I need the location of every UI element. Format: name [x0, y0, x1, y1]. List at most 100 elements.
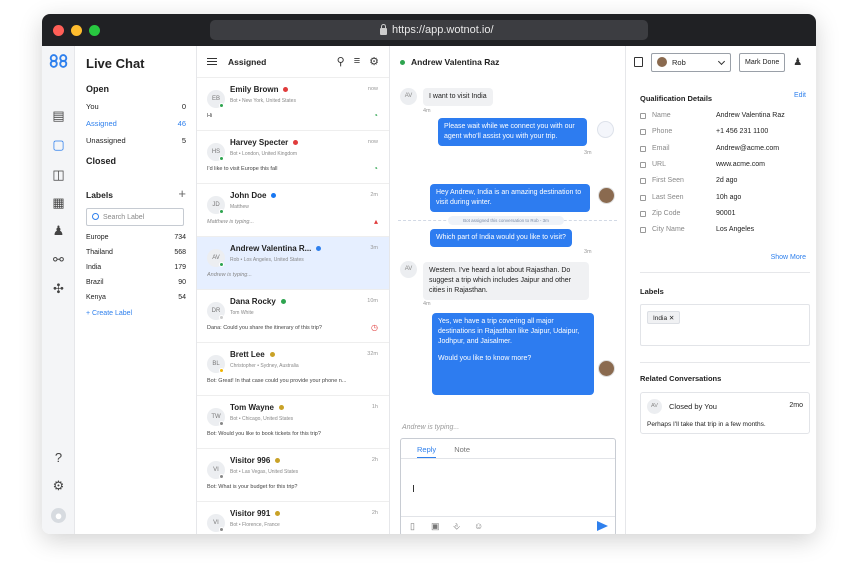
field-value[interactable]: Los Angeles	[716, 226, 754, 233]
help-icon[interactable]: ?	[51, 450, 66, 465]
field-value[interactable]: 90001	[716, 210, 735, 217]
chat-header: Andrew Valentina Raz	[390, 46, 625, 78]
message-incoming: I want to visit India	[423, 88, 493, 106]
status-dot	[219, 474, 224, 479]
tab-reply[interactable]: Reply	[417, 445, 437, 458]
conversation-item[interactable]: EB Emily Brown Bot • New York, United Stat…	[197, 78, 389, 131]
inbox-item-unassigned[interactable]: Unassigned 5	[86, 136, 186, 145]
conversation-item[interactable]: TW Tom Wayne Bot • Chicago, United States 1…	[197, 396, 389, 449]
label-item-brazil[interactable]: Brazil 90	[86, 279, 186, 286]
wotnot-logo-icon[interactable]	[49, 54, 68, 68]
chevron-down-icon	[717, 57, 726, 65]
conversation-time: now	[367, 86, 378, 92]
label-item-india[interactable]: India 179	[86, 264, 186, 271]
send-icon[interactable]	[597, 521, 608, 531]
search-label-input[interactable]: Search Label	[86, 208, 184, 226]
address-bar[interactable]: https://app.wotnot.io/	[210, 20, 648, 40]
minimize-window-button[interactable]	[71, 25, 82, 36]
conversation-item[interactable]: DR Dana Rocky Tom White 10m Dana: Could you …	[197, 290, 389, 343]
chat-contact-name: Andrew Valentina Raz	[411, 57, 500, 67]
emoji-icon[interactable]: ☺	[474, 521, 483, 531]
label-item-kenya[interactable]: Kenya 54	[86, 294, 186, 301]
maximize-window-button[interactable]	[89, 25, 100, 36]
conversation-item[interactable]: VI Visitor 996 Bot • Las Vegas, United Sta…	[197, 449, 389, 502]
image-icon[interactable]: ▣	[431, 521, 440, 532]
conversation-list-header: Assigned ⚲ ≡ ⚙	[197, 46, 389, 78]
field-value[interactable]: Andrew@acme.com	[716, 145, 779, 152]
details-panel: Rob Mark Done ♟ Qualification Details Ed…	[626, 46, 816, 534]
closed-section-title[interactable]: Closed	[86, 156, 186, 166]
chat-icon[interactable]: ▢	[51, 137, 66, 152]
message-agent: Hey Andrew, India is an amazing destinat…	[430, 184, 590, 212]
menu-icon[interactable]	[207, 58, 217, 65]
related-time: 2mo	[789, 402, 803, 409]
reply-textarea[interactable]	[402, 459, 614, 515]
details-toolbar: Rob Mark Done ♟	[626, 46, 816, 78]
field-icon	[640, 178, 646, 185]
tab-note[interactable]: Note	[454, 445, 470, 458]
create-label-link[interactable]: + Create Label	[86, 310, 186, 317]
conversation-item[interactable]: AV Andrew Valentina R... Rob • Los Angeles…	[197, 237, 389, 290]
field-value[interactable]: 10h ago	[716, 194, 741, 201]
conversation-item[interactable]: BL Brett Lee Christopher • Sydney, Austral…	[197, 343, 389, 396]
analytics-icon[interactable]: ▤	[51, 108, 66, 123]
add-label-icon[interactable]: +	[178, 187, 186, 200]
mark-done-button[interactable]: Mark Done	[739, 52, 786, 72]
conversation-preview: Dana: Could you share the itinerary of t…	[207, 325, 322, 331]
profile-avatar[interactable]: ●	[51, 508, 66, 523]
inbox-item-you[interactable]: You 0	[86, 102, 186, 111]
inbox-item-assigned[interactable]: Assigned 46	[86, 119, 186, 128]
contact-name: Dana Rocky	[230, 297, 286, 306]
field-value[interactable]: Andrew Valentina Raz	[716, 112, 785, 119]
related-conversation-card[interactable]: AV Closed by You 2mo Perhaps I'll take t…	[640, 392, 810, 434]
label-item-europe[interactable]: Europe 734	[86, 234, 186, 241]
labels-box[interactable]: India ✕	[640, 304, 810, 346]
conversation-item[interactable]: HS Harvey Specter Bot • London, United Kin…	[197, 131, 389, 184]
conversation-time: 1h	[371, 404, 378, 410]
search-icon[interactable]: ⚲	[337, 55, 345, 68]
gear-icon[interactable]: ⚙	[369, 55, 379, 68]
contact-avatar: HS	[207, 143, 225, 161]
channel-badge-icon	[279, 405, 285, 411]
plug-icon[interactable]: ⚯	[51, 252, 66, 267]
puzzle-icon[interactable]: ✣	[51, 281, 66, 296]
field-icon	[640, 129, 646, 136]
chat-panel: Andrew Valentina Raz AV I want to visit …	[390, 46, 626, 534]
hierarchy-icon[interactable]: ▦	[51, 195, 66, 210]
conversation-item[interactable]: VI Visitor 991 Bot • Florence, France 2h	[197, 502, 389, 534]
message-time: 3m	[584, 150, 592, 156]
qualification-title: Qualification Details	[640, 94, 713, 103]
copy-icon[interactable]	[634, 57, 643, 67]
status-dot	[219, 421, 224, 426]
label-chip-india[interactable]: India ✕	[647, 311, 681, 324]
status-dot	[219, 103, 224, 108]
filter-icon[interactable]: ≡	[354, 55, 360, 68]
channel-badge-icon	[275, 458, 281, 464]
users-icon[interactable]: ♟	[51, 223, 66, 238]
field-value[interactable]: 2d ago	[716, 177, 737, 184]
field-value[interactable]: +1 456 231 1100	[716, 128, 768, 135]
labels-title: Labels	[86, 190, 113, 200]
open-section-title[interactable]: Open	[86, 84, 186, 94]
label-item-thailand[interactable]: Thailand 568	[86, 249, 186, 256]
settings-gear-icon[interactable]: ⚙	[51, 478, 66, 493]
lock-icon	[380, 23, 387, 35]
remove-label-icon[interactable]: ✕	[669, 315, 674, 322]
app: ▤ ▢ ◫ ▦ ♟ ⚯ ✣ ? ⚙ ● Live Chat Open You 0 …	[42, 46, 816, 534]
assignee-select[interactable]: Rob	[651, 52, 731, 72]
bookmark-icon[interactable]: ▯	[410, 521, 415, 532]
show-more-link[interactable]: Show More	[771, 254, 806, 261]
field-value[interactable]: www.acme.com	[716, 161, 765, 168]
attachment-icon[interactable]: ⎀	[453, 521, 460, 532]
book-icon[interactable]: ◫	[51, 167, 66, 182]
message-composer: Reply Note ▯ ▣ ⎀ ☺	[400, 438, 616, 534]
field-icon	[640, 194, 646, 201]
conversation-item[interactable]: JD John Doe Matthew 2m Matthew is typing... ▴	[197, 184, 389, 237]
conversation-list-panel: Assigned ⚲ ≡ ⚙ EB Emily Brown Bot • New Yo…	[197, 46, 390, 534]
close-window-button[interactable]	[53, 25, 64, 36]
status-dot	[219, 368, 224, 373]
add-user-icon[interactable]: ♟	[793, 57, 802, 68]
edit-link[interactable]: Edit	[794, 92, 806, 99]
browser-titlebar: https://app.wotnot.io/	[42, 14, 816, 46]
conversation-preview: Matthew is typing...	[207, 219, 255, 225]
